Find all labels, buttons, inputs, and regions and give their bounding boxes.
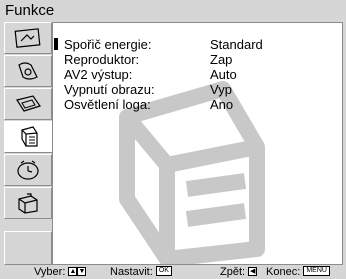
settings-panel: Spořič energie: Standard Reproduktor: Zap AV… [52,22,343,265]
tab-empty [4,231,52,265]
features-icon [20,126,38,147]
down-arrow-key-icon: ▼ [77,266,87,276]
settings-list: Spořič energie: Standard Reproduktor: Zap AV… [53,37,342,112]
setting-label: Vypnutí obrazu: [64,82,155,97]
tab-picture[interactable] [4,22,52,54]
setting-value: Zap [210,52,233,67]
setting-value: Standard [210,37,263,52]
setting-value: Ano [210,97,234,112]
sound-adjust-icon [18,62,38,80]
tab-timer[interactable] [4,154,52,186]
menu-key: MENU [303,266,330,277]
ok-key: OK [155,266,172,277]
setting-value: Auto [210,67,237,82]
setup-icon [18,193,38,214]
setting-row[interactable]: Spořič energie: Standard [53,37,342,52]
picture-adjust-icon [14,28,41,48]
setting-row[interactable]: AV2 výstup: Auto [53,67,342,82]
back-label: Zpět: [220,266,246,278]
setting-row[interactable]: Osvětlení loga: Ano [53,97,342,112]
exit-hint: Konec: MENU [266,266,330,279]
select-label: Vyber: [34,266,66,278]
timer-icon [17,160,39,180]
setting-label: AV2 výstup: [64,67,133,82]
setting-row[interactable]: Vypnutí obrazu: Vyp [53,82,342,97]
up-arrow-key-icon: ▲ [68,266,78,276]
setting-label: Spořič energie: [64,37,152,52]
exit-label: Konec: [266,266,301,278]
screen-control-icon [16,95,41,112]
tab-screen[interactable] [4,88,52,120]
setting-label: Osvětlení loga: [64,97,151,112]
tv-menu-screen: Funkce Spořič energie: Standard Reproduk… [0,0,346,279]
tab-setup[interactable] [4,187,52,219]
select-hint: Vyber: ▲ ▼ [34,266,87,279]
tab-sound[interactable] [4,55,52,87]
menu-sidebar [4,22,58,265]
setting-label: Reproduktor: [64,52,140,67]
left-arrow-key-icon: ◀ [248,266,258,276]
set-hint: Nastavit: OK [110,266,172,279]
set-label: Nastavit: [110,266,153,278]
setting-value: Vyp [210,82,232,97]
setting-row[interactable]: Reproduktor: Zap [53,52,342,67]
menu-title: Funkce [5,2,55,19]
tab-features[interactable] [4,121,58,153]
status-bar: Vyber: ▲ ▼ Nastavit: OK Zpět: ◀ Konec: ME… [0,266,346,279]
back-hint: Zpět: ◀ [220,266,258,279]
